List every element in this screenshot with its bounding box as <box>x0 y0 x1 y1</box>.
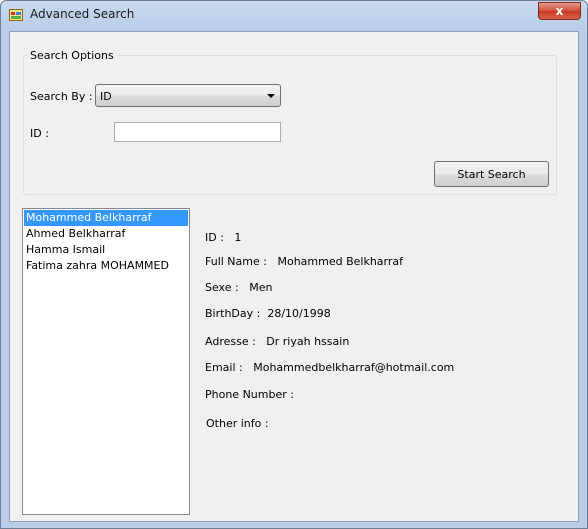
detail-fullname-label: Full Name : <box>205 255 267 268</box>
detail-email-value: Mohammedbelkharraf@hotmail.com <box>253 361 455 374</box>
advanced-search-window: Advanced Search x Search Options Search … <box>0 0 588 529</box>
detail-birthday-label: BirthDay : <box>205 307 261 320</box>
detail-sexe: Sexe : Men <box>205 281 272 294</box>
search-options-title: Search Options <box>27 49 117 62</box>
detail-id: ID : 1 <box>205 231 241 244</box>
close-icon: x <box>555 4 564 18</box>
id-input[interactable] <box>114 122 281 142</box>
detail-birthday: BirthDay : 28/10/1998 <box>205 307 331 320</box>
close-button[interactable]: x <box>538 2 581 20</box>
detail-email: Email : Mohammedbelkharraf@hotmail.com <box>205 361 454 374</box>
window-icon <box>9 9 23 21</box>
list-item[interactable]: Ahmed Belkharraf <box>24 226 188 242</box>
search-by-dropdown[interactable]: ID <box>95 84 281 107</box>
detail-sexe-label: Sexe : <box>205 281 239 294</box>
start-search-button[interactable]: Start Search <box>434 161 549 187</box>
client-area: Search Options Search By : ID ID : Start… <box>9 31 579 522</box>
detail-other: Other info : <box>206 417 272 430</box>
detail-birthday-value: 28/10/1998 <box>267 307 331 320</box>
results-list[interactable]: Mohammed Belkharraf Ahmed Belkharraf Ham… <box>22 208 190 515</box>
list-item[interactable]: Fatima zahra MOHAMMED <box>24 258 188 274</box>
detail-sexe-value: Men <box>249 281 273 294</box>
chevron-down-icon <box>267 94 275 98</box>
list-item[interactable]: Hamma Ismail <box>24 242 188 258</box>
search-by-label: Search By : <box>30 90 93 103</box>
search-by-value: ID <box>100 90 112 103</box>
detail-email-label: Email : <box>205 361 243 374</box>
detail-adresse-label: Adresse : <box>205 335 256 348</box>
start-search-label: Start Search <box>457 167 526 181</box>
window-title: Advanced Search <box>30 7 135 21</box>
title-bar[interactable]: Advanced Search x <box>1 1 587 29</box>
id-label: ID : <box>30 127 49 140</box>
detail-adresse-value: Dr riyah hssain <box>266 335 350 348</box>
detail-phone-label: Phone Number : <box>205 388 294 401</box>
detail-other-label: Other info : <box>206 417 269 430</box>
detail-fullname: Full Name : Mohammed Belkharraf <box>205 255 403 268</box>
detail-fullname-value: Mohammed Belkharraf <box>277 255 403 268</box>
list-item[interactable]: Mohammed Belkharraf <box>24 210 188 226</box>
detail-adresse: Adresse : Dr riyah hssain <box>205 335 349 348</box>
detail-id-label: ID : <box>205 231 224 244</box>
detail-id-value: 1 <box>234 231 242 244</box>
detail-phone: Phone Number : <box>205 388 297 401</box>
